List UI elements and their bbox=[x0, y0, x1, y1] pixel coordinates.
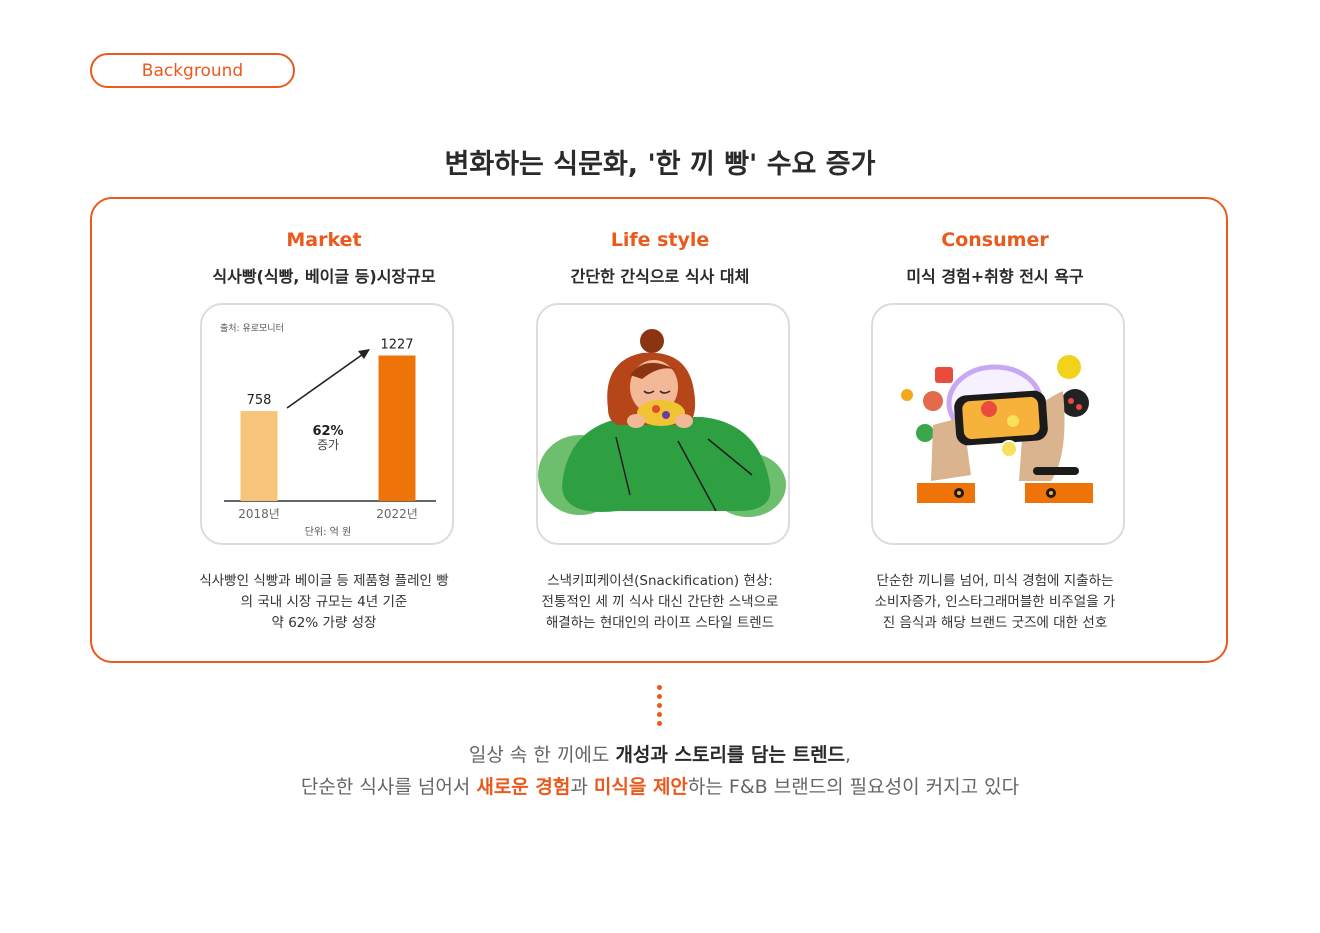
conclusion-emphasis: 개성과 스토리를 담는 트렌드 bbox=[615, 744, 846, 766]
bar-value-label: 1227 bbox=[380, 338, 413, 353]
market-chart-card: 출처: 유로모니터 62% 증가 단위: 억 원 758 2018년 1227 202… bbox=[200, 303, 454, 545]
bar-2018년 bbox=[240, 411, 278, 501]
consumer-illustration-card bbox=[871, 303, 1125, 545]
lifestyle-illustration-card bbox=[536, 303, 790, 545]
market-desc-line: 약 62% 가량 성장 bbox=[271, 615, 377, 631]
market-desc-line: 식사빵인 식빵과 베이글 등 제품형 플레인 빵 bbox=[199, 573, 449, 589]
conclusion-text: 단순한 식사를 넘어서 bbox=[300, 776, 477, 798]
growth-label: 증가 bbox=[317, 438, 339, 452]
lifestyle-heading: Life style bbox=[610, 229, 710, 251]
chart-source: 출처: 유로모니터 bbox=[220, 322, 284, 334]
consumer-heading: Consumer bbox=[941, 229, 1049, 251]
section-label-text: Background bbox=[141, 60, 244, 81]
conclusion-line-1: 일상 속 한 끼에도 개성과 스토리를 담는 트렌드, bbox=[0, 740, 1320, 767]
growth-arrow-head bbox=[358, 349, 370, 359]
bar-value-label: 758 bbox=[247, 393, 272, 408]
consumer-description: 단순한 끼니를 넘어, 미식 경험에 지출하는 소비자증가, 인스타그래머블한 … bbox=[835, 571, 1155, 634]
growth-value: 62% bbox=[312, 424, 343, 439]
section-label-badge: Background bbox=[90, 53, 295, 88]
lifestyle-description: 스낵키피케이션(Snackification) 현상: 전통적인 세 끼 식사 … bbox=[500, 571, 820, 634]
conclusion-text: , bbox=[845, 744, 852, 766]
content-frame: Market 식사빵(식빵, 베이글 등)시장규모 출처: 유로모니터 62% … bbox=[90, 197, 1228, 663]
consumer-desc-line: 진 음식과 해당 브랜드 굿즈에 대한 선호 bbox=[882, 615, 1108, 631]
consumer-desc-line: 소비자증가, 인스타그래머블한 비주얼을 가 bbox=[874, 594, 1116, 610]
conclusion-highlight-new-experience: 새로운 경험 bbox=[476, 776, 571, 798]
consumer-desc-line: 단순한 끼니를 넘어, 미식 경험에 지출하는 bbox=[876, 573, 1114, 589]
conclusion-text: 하는 F&B 브랜드의 필요성이 커지고 있다 bbox=[687, 776, 1020, 798]
conclusion-line-2: 단순한 식사를 넘어서 새로운 경험과 미식을 제안하는 F&B 브랜드의 필요… bbox=[0, 772, 1320, 799]
conclusion-text: 일상 속 한 끼에도 bbox=[468, 744, 616, 766]
market-heading: Market bbox=[286, 229, 362, 251]
lifestyle-desc-line: 해결하는 현대인의 라이프 스타일 트렌드 bbox=[545, 615, 775, 631]
lifestyle-desc-line: 전통적인 세 끼 식사 대신 간단한 스낵으로 bbox=[541, 594, 779, 610]
consumer-subtitle: 미식 경험+취향 전시 욕구 bbox=[906, 267, 1084, 286]
lifestyle-desc-line: 스낵키피케이션(Snackification) 현상: bbox=[547, 573, 773, 589]
market-description: 식사빵인 식빵과 베이글 등 제품형 플레인 빵 의 국내 시장 규모는 4년 … bbox=[164, 571, 484, 634]
conclusion-text: 과 bbox=[570, 776, 594, 798]
phone-food-photo-illustration-icon bbox=[901, 355, 1093, 503]
woman-eating-illustration-icon bbox=[538, 329, 786, 517]
market-subtitle: 식사빵(식빵, 베이글 등)시장규모 bbox=[212, 267, 436, 286]
vertical-dots-divider bbox=[657, 685, 663, 730]
category-label: 2022년 bbox=[376, 507, 418, 521]
lifestyle-subtitle: 간단한 간식으로 식사 대체 bbox=[570, 267, 750, 286]
market-desc-line: 의 국내 시장 규모는 4년 기준 bbox=[240, 594, 408, 610]
page-title: 변화하는 식문화, '한 끼 빵' 수요 증가 bbox=[444, 149, 876, 180]
category-label: 2018년 bbox=[238, 507, 280, 521]
chart-unit: 단위: 억 원 bbox=[305, 525, 352, 538]
bar-2022년 bbox=[378, 355, 416, 501]
growth-arrow bbox=[286, 351, 367, 409]
conclusion-highlight-gourmet: 미식을 제안 bbox=[593, 776, 688, 798]
market-bar-chart: 출처: 유로모니터 62% 증가 단위: 억 원 758 2018년 1227 202… bbox=[220, 322, 436, 538]
